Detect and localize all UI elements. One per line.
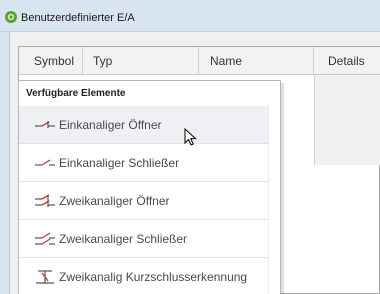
dual-channel-no-contact-icon <box>35 232 55 245</box>
list-item-zweikanaliger-schliesser[interactable]: Zweikanaliger Schließer <box>19 220 268 258</box>
app-window: Benutzerdefinierter E/A Symbol Typ Name … <box>0 0 380 294</box>
column-header-typ[interactable]: Typ <box>83 47 199 75</box>
popup-header: Verfügbare Elemente <box>26 88 126 99</box>
popup-scrollbar[interactable] <box>268 104 280 294</box>
single-channel-nc-contact-icon <box>35 121 55 128</box>
window-title: Benutzerdefinierter E/A <box>21 12 135 24</box>
list-item-label: Zweikanaliger Öffner <box>59 194 170 208</box>
mouse-pointer-icon <box>184 128 197 146</box>
dual-channel-short-circuit-detection-icon <box>36 270 54 284</box>
list-item-zweikanalig-kurzschlusserkennung[interactable]: Zweikanalig Kurzschlusserkennung <box>19 258 268 294</box>
list-item-label: Zweikanalig Kurzschlusserkennung <box>59 270 248 284</box>
title-bar[interactable]: Benutzerdefinierter E/A <box>0 0 380 32</box>
list-item-label: Zweikanaliger Schließer <box>59 232 188 246</box>
list-item-label: Einkanaliger Schließer <box>59 156 180 170</box>
details-panel <box>314 75 380 165</box>
gear-app-icon <box>5 11 17 23</box>
list-item-einkanaliger-schliesser[interactable]: Einkanaliger Schließer <box>19 144 268 182</box>
list-item-zweikanaliger-oeffner[interactable]: Zweikanaliger Öffner <box>19 182 268 220</box>
column-header-symbol[interactable]: Symbol <box>19 47 83 75</box>
column-header-name[interactable]: Name <box>199 47 314 75</box>
list-item-einkanaliger-oeffner[interactable]: Einkanaliger Öffner <box>19 106 268 144</box>
column-header-details[interactable]: Details <box>314 47 380 75</box>
single-channel-no-contact-icon <box>35 159 55 166</box>
list-item-label: Einkanaliger Öffner <box>59 118 162 132</box>
dual-channel-nc-contact-icon <box>35 194 55 207</box>
